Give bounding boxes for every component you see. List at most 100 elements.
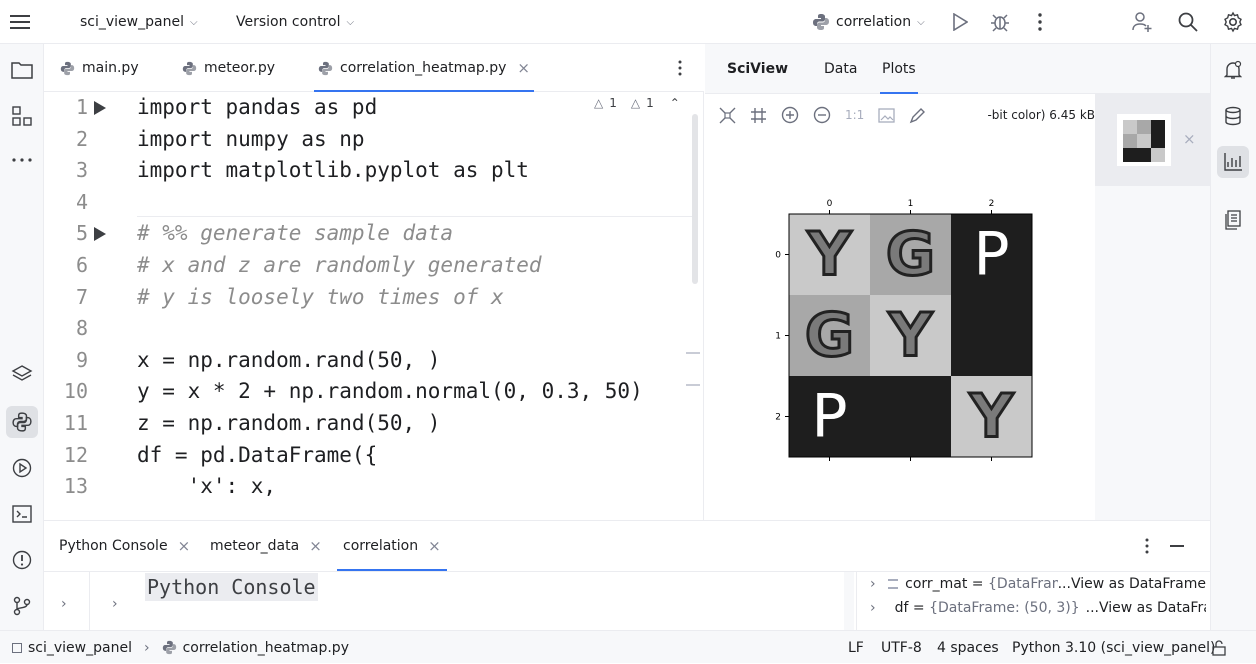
structure-icon[interactable] [6, 100, 38, 132]
close-icon[interactable]: × [517, 59, 530, 77]
run-config-selector[interactable]: correlation ⌵ [812, 0, 925, 44]
chevron-right-icon[interactable]: › [112, 596, 118, 612]
thumbnail-cell [1151, 120, 1165, 134]
line-separator[interactable]: LF [848, 631, 864, 664]
chevron-right-icon[interactable]: › [61, 596, 67, 612]
zoom-in-icon[interactable] [781, 106, 799, 124]
terminal-icon[interactable] [6, 498, 38, 530]
run-cell-icon[interactable] [92, 226, 108, 242]
inspection-widget[interactable]: △ 1 △ 1 ⌃ ⌄ [590, 96, 697, 110]
database-icon[interactable] [1217, 100, 1249, 132]
status-bar: sci_view_panel › correlation_heatmap.py … [0, 630, 1256, 663]
cell-separator [137, 216, 697, 217]
line-number: 1 [75, 95, 88, 119]
search-icon[interactable] [1176, 10, 1200, 34]
line-number: 4 [75, 189, 88, 214]
variable-row[interactable]: › df = {DataFrame: (50, 3)} ...View as D… [870, 596, 1206, 620]
hamburger-menu-icon[interactable] [8, 10, 32, 34]
file-encoding[interactable]: UTF-8 [881, 631, 922, 664]
line-number: 11 [63, 411, 88, 435]
fit-zoom-icon[interactable] [719, 107, 736, 124]
thumbnail-cell [1151, 148, 1165, 162]
tab-correlation[interactable]: correlation × [337, 521, 447, 571]
python-icon [812, 13, 830, 31]
heatmap-cell-label: P [973, 220, 1009, 290]
tab-meteor-py[interactable]: meteor.py [182, 44, 275, 92]
title-bar: sci_view_panel ⌵ Version control ⌵ corre… [0, 0, 1256, 44]
notifications-icon[interactable] [1217, 54, 1249, 86]
python-file-icon [60, 61, 75, 76]
debug-icon[interactable] [988, 10, 1012, 34]
chevron-down-icon: ⌵ [189, 16, 198, 28]
add-user-icon[interactable] [1130, 10, 1154, 34]
image-background-icon[interactable] [878, 107, 895, 123]
thumbnail-cell [1137, 148, 1151, 162]
code-line: import pandas as pd [137, 95, 378, 119]
code-area[interactable]: import pandas as pd import numpy as np i… [137, 92, 697, 538]
git-icon[interactable] [6, 590, 38, 622]
vcs-selector[interactable]: Version control ⌵ [236, 0, 354, 44]
gear-icon[interactable] [1220, 10, 1246, 34]
folder-icon[interactable] [6, 54, 38, 86]
interpreter-selector[interactable]: Python 3.10 (sci_view_panel) [1012, 631, 1216, 664]
project-selector[interactable]: sci_view_panel ⌵ [80, 0, 198, 44]
more-vertical-icon[interactable] [674, 58, 686, 78]
breadcrumb-file[interactable]: correlation_heatmap.py [183, 640, 349, 656]
tab-correlation-heatmap-py[interactable]: correlation_heatmap.py × [314, 44, 534, 92]
variable-row[interactable]: › corr_mat = {DataFrame: ( ...View as Da… [870, 572, 1206, 596]
grid-icon[interactable] [750, 107, 767, 124]
tab-meteor-data[interactable]: meteor_data × [210, 521, 322, 571]
run-cell-icon[interactable] [92, 100, 108, 116]
editor-scrollbar[interactable] [692, 114, 698, 284]
editor-tabs: main.py meteor.py correlation_heatmap.py… [44, 44, 704, 92]
breadcrumb-project[interactable]: sci_view_panel [28, 640, 132, 656]
view-as-dataframe-link[interactable]: ...View as DataFrame [1086, 600, 1206, 616]
close-icon[interactable]: × [1183, 130, 1196, 148]
more-vertical-icon[interactable] [1142, 537, 1152, 555]
python-console-icon[interactable] [6, 406, 38, 438]
problems-icon[interactable] [6, 544, 38, 576]
more-horizontal-icon[interactable] [6, 144, 38, 176]
sciview-header: SciView Data Plots [705, 44, 1210, 94]
more-vertical-icon[interactable] [1030, 10, 1050, 34]
color-picker-icon[interactable] [909, 107, 926, 124]
plot-viewer: 1:1 -bit color) 6.45 kB YGPGYPY012012 [705, 94, 1095, 520]
console-scrollbar[interactable] [844, 572, 854, 631]
heatmap-cell [951, 295, 1032, 376]
run-icon[interactable] [948, 10, 972, 34]
thumbnail-cell [1137, 120, 1151, 134]
sciview-title: SciView [727, 61, 788, 77]
tab-main-py[interactable]: main.py [60, 44, 139, 92]
chevron-up-icon[interactable]: ⌃ [670, 96, 680, 110]
chevron-right-icon[interactable]: › [870, 576, 876, 592]
table-icon [887, 579, 899, 589]
tab-data[interactable]: Data [824, 44, 857, 94]
documentation-icon[interactable] [1217, 204, 1249, 236]
indent-setting[interactable]: 4 spaces [937, 631, 999, 664]
tab-python-console[interactable]: Python Console × [59, 521, 190, 571]
view-as-dataframe-link[interactable]: ...View as DataFrame [1058, 576, 1206, 592]
heatmap-cell-label: G [886, 220, 935, 290]
lock-icon[interactable] [1212, 631, 1226, 664]
heatmap-plot[interactable]: Y G PG YP Y0 1 2012 [755, 194, 1055, 464]
zoom-out-icon[interactable] [813, 106, 831, 124]
close-icon[interactable]: × [309, 537, 322, 555]
layers-icon[interactable] [6, 358, 38, 390]
tab-plots[interactable]: Plots [880, 44, 918, 94]
heatmap-cell-label: Y [969, 382, 1015, 452]
thumbnail-cell [1123, 148, 1137, 162]
warning-count: 1 [609, 96, 617, 110]
actual-size-button[interactable]: 1:1 [845, 108, 864, 122]
close-icon[interactable]: × [178, 537, 191, 555]
variable-name: corr_mat [905, 576, 968, 592]
x-tick-label: 0 [827, 199, 833, 209]
chevron-right-icon[interactable]: › [870, 600, 876, 616]
chevron-down-icon[interactable]: ⌄ [696, 96, 697, 110]
minimize-icon[interactable] [1170, 545, 1184, 547]
heatmap-cell-label: G [805, 301, 854, 371]
sciview-icon[interactable] [1217, 146, 1249, 178]
sciview-panel: SciView Data Plots 1:1 -bit color) 6.45 … [705, 44, 1210, 520]
services-icon[interactable] [6, 452, 38, 484]
close-icon[interactable]: × [428, 537, 441, 555]
plot-thumbnail[interactable] [1117, 114, 1171, 166]
